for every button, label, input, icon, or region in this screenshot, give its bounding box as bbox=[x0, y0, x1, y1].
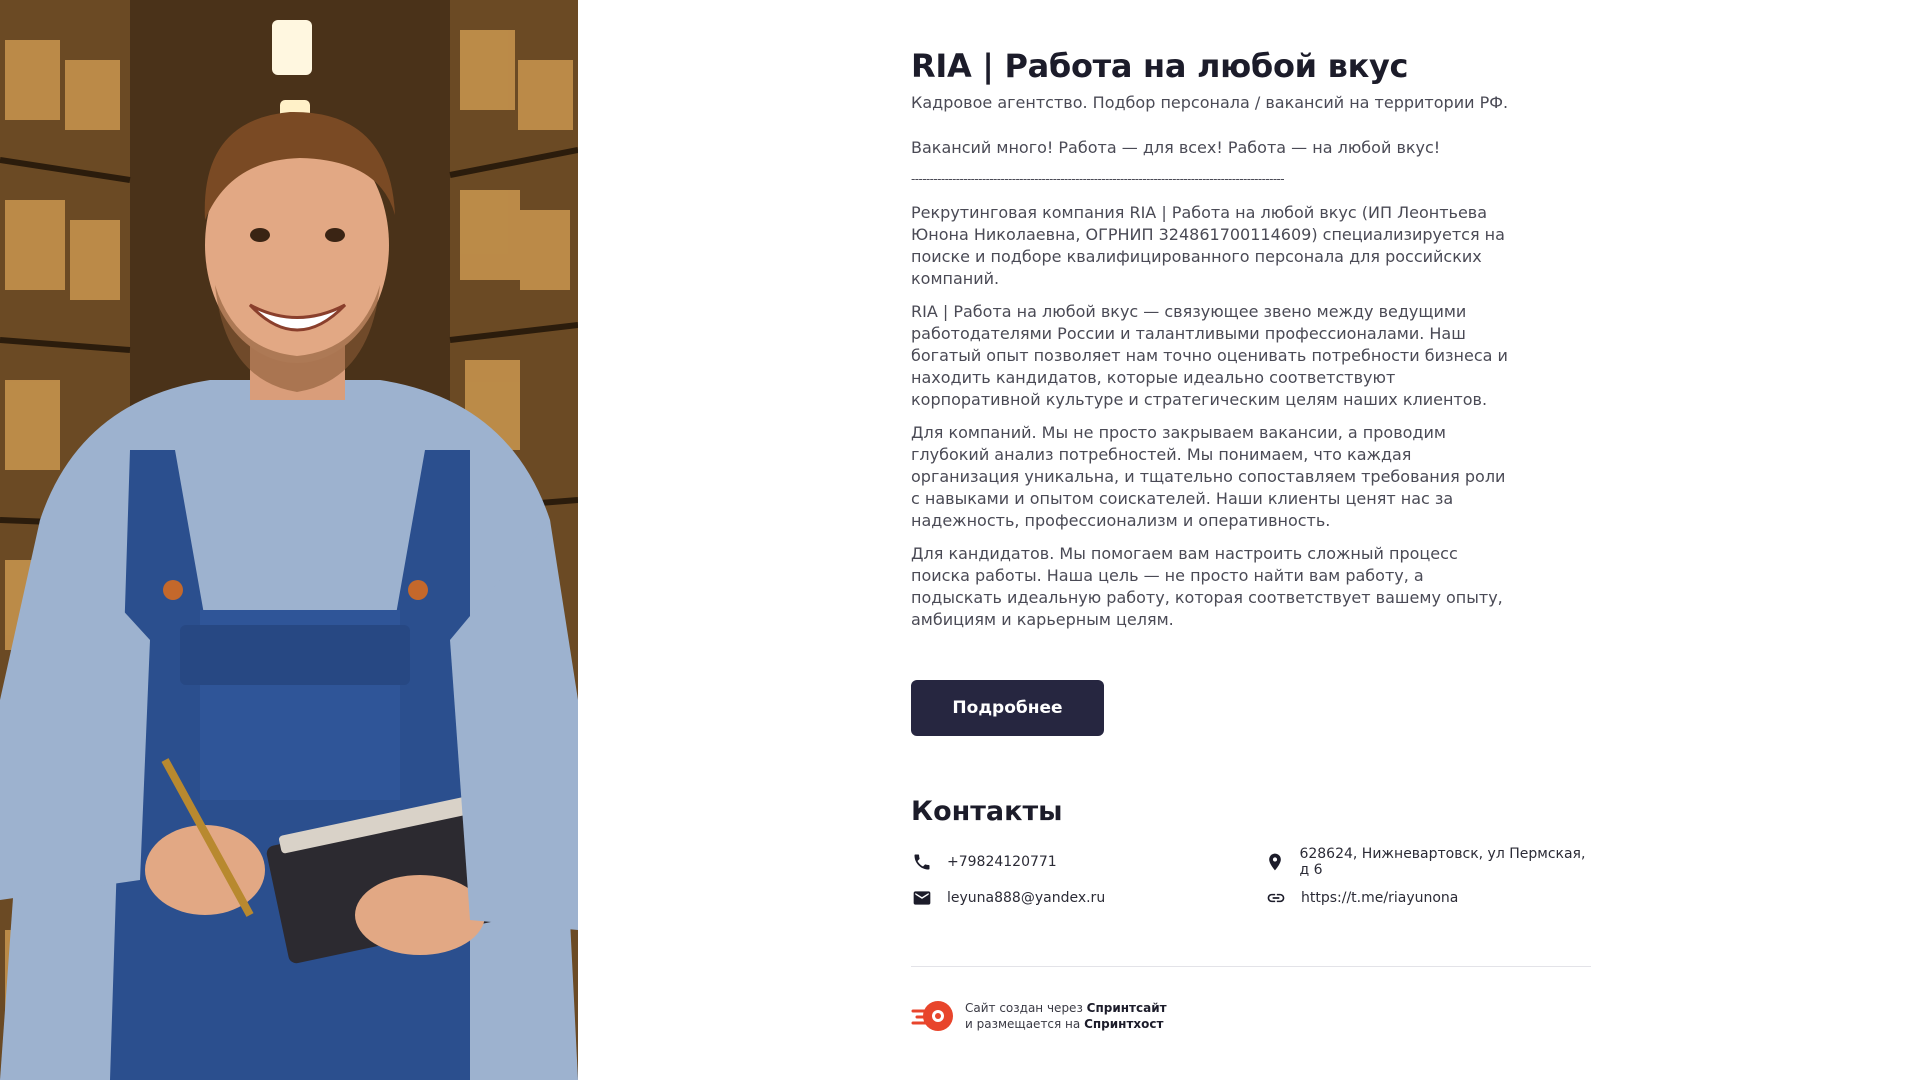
contact-link-text: https://t.me/riayunona bbox=[1301, 890, 1459, 906]
footer-created-text: Сайт создан через bbox=[965, 1001, 1087, 1015]
footer-sprinthost-link[interactable]: Спринтхост bbox=[1084, 1017, 1163, 1031]
phone-icon bbox=[911, 851, 933, 873]
contact-address-text: 628624, Нижневартовск, ул Пермская, д 6 bbox=[1299, 846, 1586, 878]
about-paragraph-1: Рекрутинговая компания RIA | Работа на л… bbox=[911, 203, 1505, 288]
contact-phone[interactable]: +79824120771 bbox=[911, 852, 1265, 872]
footer-hosted-text: и размещается на bbox=[965, 1017, 1085, 1031]
worker-illustration bbox=[0, 0, 578, 1080]
footer-text: Сайт создан через Спринтсайт и размещает… bbox=[965, 1000, 1167, 1032]
footer-line-1: Сайт создан через Спринтсайт bbox=[965, 1000, 1167, 1016]
page-title: RIA | Работа на любой вкус bbox=[911, 47, 1409, 85]
hero-photo bbox=[0, 0, 578, 1080]
contact-address[interactable]: 628624, Нижневартовск, ул Пермская, д 6 bbox=[1265, 846, 1591, 878]
contact-phone-text: +79824120771 bbox=[947, 854, 1057, 870]
location-pin-icon bbox=[1265, 851, 1285, 873]
contact-email[interactable]: leyuna888@yandex.ru bbox=[911, 888, 1265, 908]
about-paragraph-3: Для компаний. Мы не просто закрываем вак… bbox=[911, 423, 1506, 530]
footer-sprintsite-link[interactable]: Спринтсайт bbox=[1087, 1001, 1167, 1015]
text-divider: ----------------------------------------… bbox=[911, 172, 1285, 186]
page: RIA | Работа на любой вкус Кадровое аген… bbox=[0, 0, 1920, 1080]
footer-line-2: и размещается на Спринтхост bbox=[965, 1016, 1167, 1032]
link-icon bbox=[1265, 887, 1287, 909]
footer: Сайт создан через Спринтсайт и размещает… bbox=[911, 997, 1591, 1035]
contact-email-text: leyuna888@yandex.ru bbox=[947, 890, 1106, 906]
contacts-grid: +79824120771 628624, Нижневартовск, ул П… bbox=[911, 846, 1591, 908]
tagline: Вакансий много! Работа — для всех! Работ… bbox=[911, 138, 1441, 157]
about-paragraph-2: RIA | Работа на любой вкус — связующее з… bbox=[911, 302, 1508, 409]
contacts-title: Контакты bbox=[911, 796, 1063, 827]
mail-icon bbox=[911, 887, 933, 909]
sprinthost-logo-icon[interactable] bbox=[911, 997, 955, 1035]
page-subtitle: Кадровое агентство. Подбор персонала / в… bbox=[911, 93, 1509, 112]
main-content: RIA | Работа на любой вкус Кадровое аген… bbox=[911, 44, 1591, 1035]
contact-link[interactable]: https://t.me/riayunona bbox=[1265, 888, 1591, 908]
about-paragraph-4: Для кандидатов. Мы помогаем вам настроит… bbox=[911, 544, 1503, 629]
more-button[interactable]: Подробнее bbox=[911, 680, 1104, 736]
footer-divider bbox=[911, 966, 1591, 967]
